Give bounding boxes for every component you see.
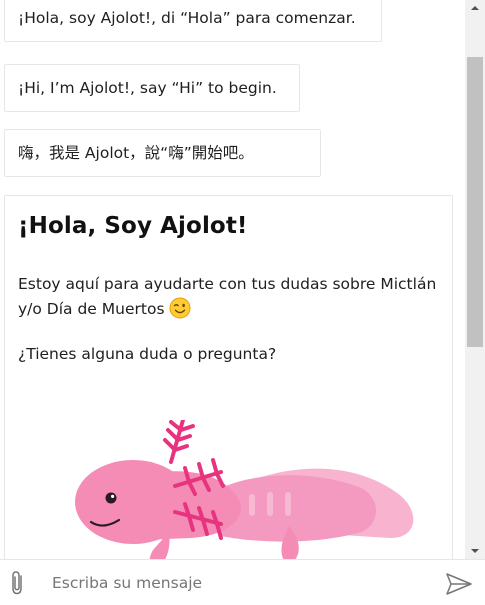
paperclip-icon[interactable] xyxy=(6,569,30,597)
message-text: 嗨，我是 Ajolot，說“嗨”開始吧。 xyxy=(18,144,254,162)
bot-message: ¡Hola, soy Ajolot!, di “Hola” para comen… xyxy=(4,0,382,42)
card-question: ¿Tienes alguna duda o pregunta? xyxy=(18,345,277,363)
scroll-up-arrow-icon[interactable] xyxy=(465,0,485,16)
message-text: ¡Hola, soy Ajolot!, di “Hola” para comen… xyxy=(18,9,356,27)
card-text: Estoy aquí para ayudarte con tus dudas s… xyxy=(18,272,438,322)
bot-message: 嗨，我是 Ajolot，說“嗨”開始吧。 xyxy=(4,129,321,177)
message-text: ¡Hi, I’m Ajolot!, say “Hi” to begin. xyxy=(18,79,277,97)
axolotl-illustration xyxy=(75,420,414,559)
send-icon[interactable] xyxy=(444,571,474,597)
hero-card: ¡Hola, Soy Ajolot! Estoy aquí para ayuda… xyxy=(4,195,453,559)
message-composer xyxy=(0,559,485,605)
card-title: ¡Hola, Soy Ajolot! xyxy=(18,213,248,239)
winking-face-icon xyxy=(169,297,191,319)
card-body-text: Estoy aquí para ayudarte con tus dudas s… xyxy=(18,275,437,318)
vertical-scrollbar[interactable] xyxy=(465,0,485,559)
scrollbar-thumb[interactable] xyxy=(467,57,483,347)
chat-transcript: ¡Hola, soy Ajolot!, di “Hola” para comen… xyxy=(0,0,465,559)
scroll-down-arrow-icon[interactable] xyxy=(465,543,485,559)
message-input[interactable] xyxy=(52,568,432,598)
bot-message: ¡Hi, I’m Ajolot!, say “Hi” to begin. xyxy=(4,64,300,112)
